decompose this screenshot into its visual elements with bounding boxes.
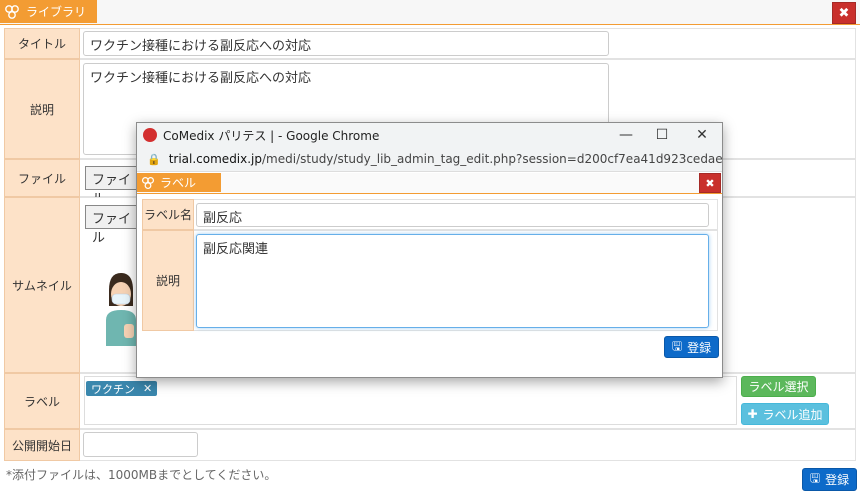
- popup-tab-label: ラベル: [160, 176, 197, 190]
- title-label: タイトル: [4, 28, 80, 59]
- popup-titlebar: CoMedix パリテス | - Google Chrome — ☐ ✕: [137, 123, 722, 147]
- library-icon: [5, 4, 19, 19]
- thumbnail-label: サムネイル: [4, 197, 80, 373]
- register-label: 登録: [825, 473, 850, 487]
- popup-close-icon[interactable]: ✖: [699, 173, 721, 193]
- attachment-note: *添付ファイルは、1000MBまでとしてください。: [6, 468, 277, 482]
- minimize-icon[interactable]: —: [608, 123, 644, 147]
- nurse-illustration: [106, 273, 136, 346]
- register-button[interactable]: 🖫 登録: [802, 468, 857, 491]
- popup-register-button[interactable]: 🖫 登録: [664, 336, 719, 358]
- lock-icon: 🔒: [147, 152, 161, 166]
- label-popup-window: CoMedix パリテス | - Google Chrome — ☐ ✕ 🔒 t…: [136, 122, 723, 378]
- popup-name-label: ラベル名: [142, 199, 194, 230]
- label-description-textarea[interactable]: 副反応関連: [196, 234, 709, 328]
- popup-save-icon: 🖫: [671, 338, 683, 353]
- close-icon[interactable]: ✖: [832, 2, 856, 24]
- publish-date-label: 公開開始日: [4, 429, 80, 461]
- maximize-icon[interactable]: ☐: [644, 123, 680, 147]
- popup-desc-label: 説明: [142, 230, 194, 331]
- popup-url: trial.comedix.jp/medi/study/study_lib_ad…: [168, 152, 722, 166]
- label-name-input[interactable]: 副反応: [196, 203, 709, 227]
- library-header: ライブラリ: [0, 0, 860, 25]
- file-label: ファイル: [4, 159, 80, 197]
- label-add-button[interactable]: ✚ ラベル追加: [741, 403, 829, 425]
- label-add-label: ラベル追加: [762, 407, 823, 422]
- window-close-icon[interactable]: ✕: [684, 123, 720, 147]
- tag-chip-label: ワクチン: [91, 382, 135, 396]
- popup-window-title: CoMedix パリテス | - Google Chrome: [163, 128, 380, 143]
- save-icon: 🖫: [809, 471, 821, 485]
- label-select-label: ラベル選択: [748, 380, 809, 394]
- label-select-button[interactable]: ラベル選択: [741, 376, 816, 397]
- tag-remove-icon[interactable]: ✕: [143, 382, 152, 395]
- popup-register-label: 登録: [687, 340, 712, 355]
- title-input[interactable]: ワクチン接種における副反応への対応: [83, 31, 609, 56]
- popup-url-bar[interactable]: 🔒 trial.comedix.jp/medi/study/study_lib_…: [137, 147, 722, 172]
- label-row-label: ラベル: [4, 373, 80, 429]
- library-tab-label: ライブラリ: [26, 5, 87, 19]
- library-tab[interactable]: ライブラリ: [0, 0, 97, 23]
- label-icon: [141, 176, 155, 189]
- popup-inner-header: ラベル ✖: [137, 173, 722, 194]
- tag-box[interactable]: [84, 376, 737, 425]
- plus-icon: ✚: [747, 407, 758, 421]
- popup-label-tab[interactable]: ラベル: [137, 173, 221, 192]
- publish-date-input[interactable]: [83, 432, 198, 457]
- tag-chip[interactable]: ワクチン ✕: [86, 381, 158, 396]
- description-label: 説明: [4, 59, 80, 159]
- comedix-logo-icon: [143, 128, 157, 142]
